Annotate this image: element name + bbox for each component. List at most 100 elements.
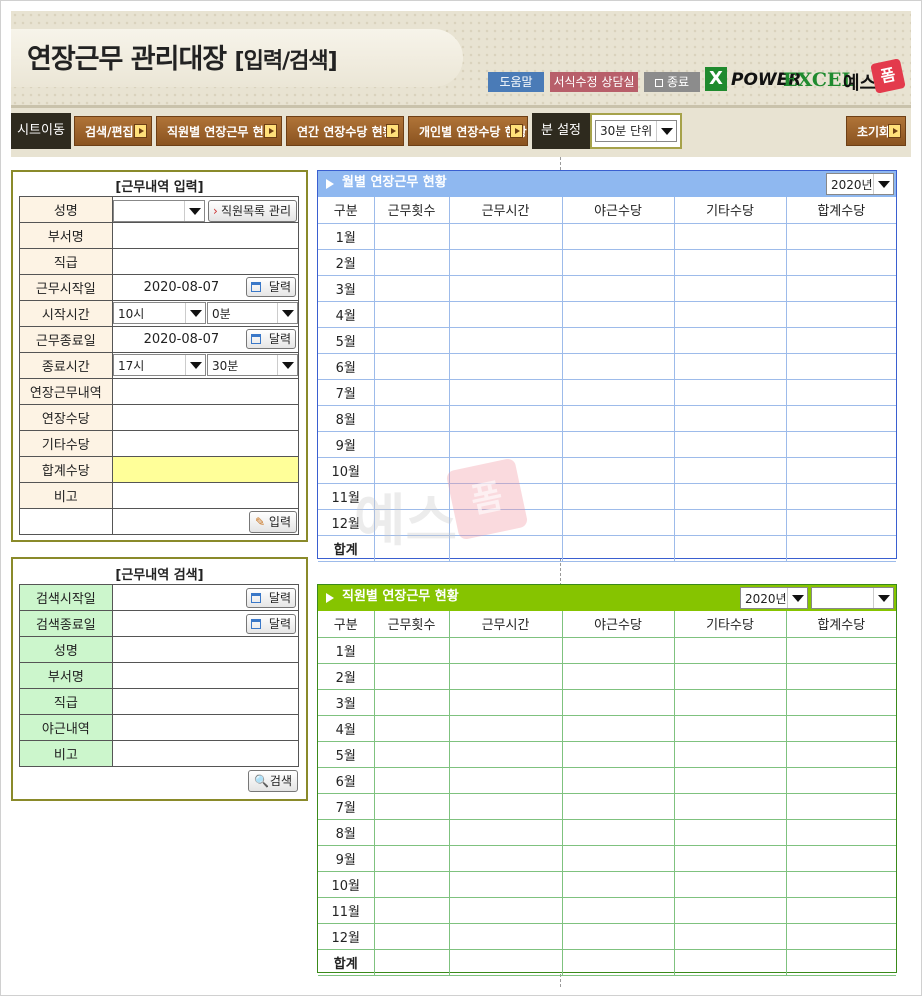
nav-button-label: 연간 연장수당 현황: [297, 125, 394, 139]
end-hour-select[interactable]: 17시: [113, 354, 206, 376]
table-cell: [448, 741, 562, 768]
month-label: 7월: [318, 379, 374, 406]
nav-button-label: 검색/편집: [85, 125, 134, 139]
table-cell: [673, 637, 786, 664]
table-cell: [448, 948, 562, 976]
table-cell: [785, 871, 896, 898]
search-start-calendar-button[interactable]: 달력: [246, 588, 296, 608]
calendar-icon: [251, 619, 261, 629]
table-cell: [561, 897, 674, 924]
start-date-calendar-button[interactable]: 달력: [246, 277, 296, 297]
search-rank-input[interactable]: [111, 688, 300, 715]
nav-search-edit-button[interactable]: 검색/편집: [74, 116, 152, 146]
input-button[interactable]: ✎ 입력: [249, 511, 297, 533]
help-button[interactable]: 도움말: [488, 72, 544, 92]
chevron-down-icon[interactable]: [277, 303, 297, 323]
table-cell: [673, 483, 786, 510]
end-date-value: 2020-08-07: [143, 332, 220, 347]
start-hour-select[interactable]: 10시: [113, 302, 206, 324]
table-row: 10월: [318, 871, 896, 898]
month-label: 2월: [318, 249, 374, 276]
start-hour-value: 10시: [118, 307, 145, 321]
exit-icon: [654, 79, 663, 87]
nav-personal-pay-button[interactable]: 개인별 연장수당 현황: [408, 116, 528, 146]
table-cell: [448, 327, 562, 354]
chevron-down-icon[interactable]: [277, 355, 297, 375]
nav-staff-ot-button[interactable]: 직원별 연장근무 현황: [156, 116, 282, 146]
table-cell: [561, 948, 674, 976]
table-row: 12월: [318, 923, 896, 950]
staff-year-select[interactable]: 2020년: [740, 587, 808, 609]
table-cell: [448, 923, 562, 950]
staff-name-select[interactable]: [811, 587, 894, 609]
search-end-calendar-button[interactable]: 달력: [246, 614, 296, 634]
chevron-down-icon[interactable]: [184, 201, 204, 221]
month-label: 10월: [318, 457, 374, 484]
end-date-calendar-button[interactable]: 달력: [246, 329, 296, 349]
table-row: 5월: [318, 741, 896, 768]
chevron-down-icon[interactable]: [185, 303, 205, 323]
table-cell: [785, 509, 896, 536]
name-select[interactable]: [113, 200, 205, 222]
chevron-down-icon[interactable]: [873, 174, 893, 194]
table-cell: [561, 767, 674, 794]
table-cell: [673, 405, 786, 432]
total-label: 합계: [318, 948, 374, 976]
other-pay-input[interactable]: [111, 430, 300, 457]
excel-x-icon: X: [705, 67, 727, 91]
label-search-note: 비고: [19, 740, 113, 767]
staff-list-button[interactable]: › 직원목록 관리: [208, 200, 297, 222]
search-note-input[interactable]: [111, 740, 300, 767]
table-cell: [673, 509, 786, 536]
table-cell: [673, 715, 786, 742]
month-label: 11월: [318, 897, 374, 924]
label-other-pay: 기타수당: [19, 430, 113, 457]
end-min-select[interactable]: 30분: [207, 354, 298, 376]
table-cell: [561, 301, 674, 328]
table-cell: [673, 897, 786, 924]
monthly-year-select[interactable]: 2020년: [826, 173, 894, 195]
table-row: 4월: [318, 715, 896, 742]
search-button[interactable]: 🔍 검색: [248, 770, 298, 792]
table-row: 11월: [318, 483, 896, 510]
table-cell: [561, 689, 674, 716]
table-cell: [673, 275, 786, 302]
table-cell: [448, 249, 562, 276]
sheet-nav-label: 시트이동: [11, 113, 71, 149]
reset-button[interactable]: 초기화: [846, 116, 906, 146]
start-date-value: 2020-08-07: [143, 280, 220, 295]
label-start-date: 근무시작일: [19, 274, 113, 301]
chevron-down-icon[interactable]: [787, 588, 807, 608]
table-cell: [785, 431, 896, 458]
label-name: 성명: [19, 196, 113, 223]
ot-pay-input[interactable]: [111, 404, 300, 431]
ot-detail-input[interactable]: [111, 378, 300, 405]
chevron-down-icon[interactable]: [185, 355, 205, 375]
table-cell: [561, 483, 674, 510]
nav-annual-pay-button[interactable]: 연간 연장수당 현황: [286, 116, 404, 146]
table-cell: [785, 223, 896, 250]
unit-select[interactable]: 30분 단위: [595, 120, 677, 142]
form-consult-button[interactable]: 서식수정 상담실: [550, 72, 638, 92]
search-name-input[interactable]: [111, 636, 300, 663]
arrow-right-icon: [134, 124, 147, 138]
staff-year-value: 2020년: [745, 592, 787, 606]
chevron-down-icon[interactable]: [656, 121, 676, 141]
search-night-input[interactable]: [111, 714, 300, 741]
calendar-icon: [251, 282, 261, 292]
table-cell: [448, 845, 562, 872]
chevron-down-icon[interactable]: [873, 588, 893, 608]
start-min-select[interactable]: 0분: [207, 302, 298, 324]
note-input[interactable]: [111, 482, 300, 509]
table-cell: [673, 534, 786, 562]
table-cell: [673, 223, 786, 250]
calendar-label: 달력: [268, 617, 291, 631]
exit-button[interactable]: 종료: [644, 72, 700, 92]
table-row: 합계: [318, 534, 896, 562]
search-dept-input[interactable]: [111, 662, 300, 689]
label-ot-detail: 연장근무내역: [19, 378, 113, 405]
table-cell: [561, 715, 674, 742]
table-row: 9월: [318, 431, 896, 458]
month-label: 4월: [318, 301, 374, 328]
empty-cell: [19, 508, 113, 535]
